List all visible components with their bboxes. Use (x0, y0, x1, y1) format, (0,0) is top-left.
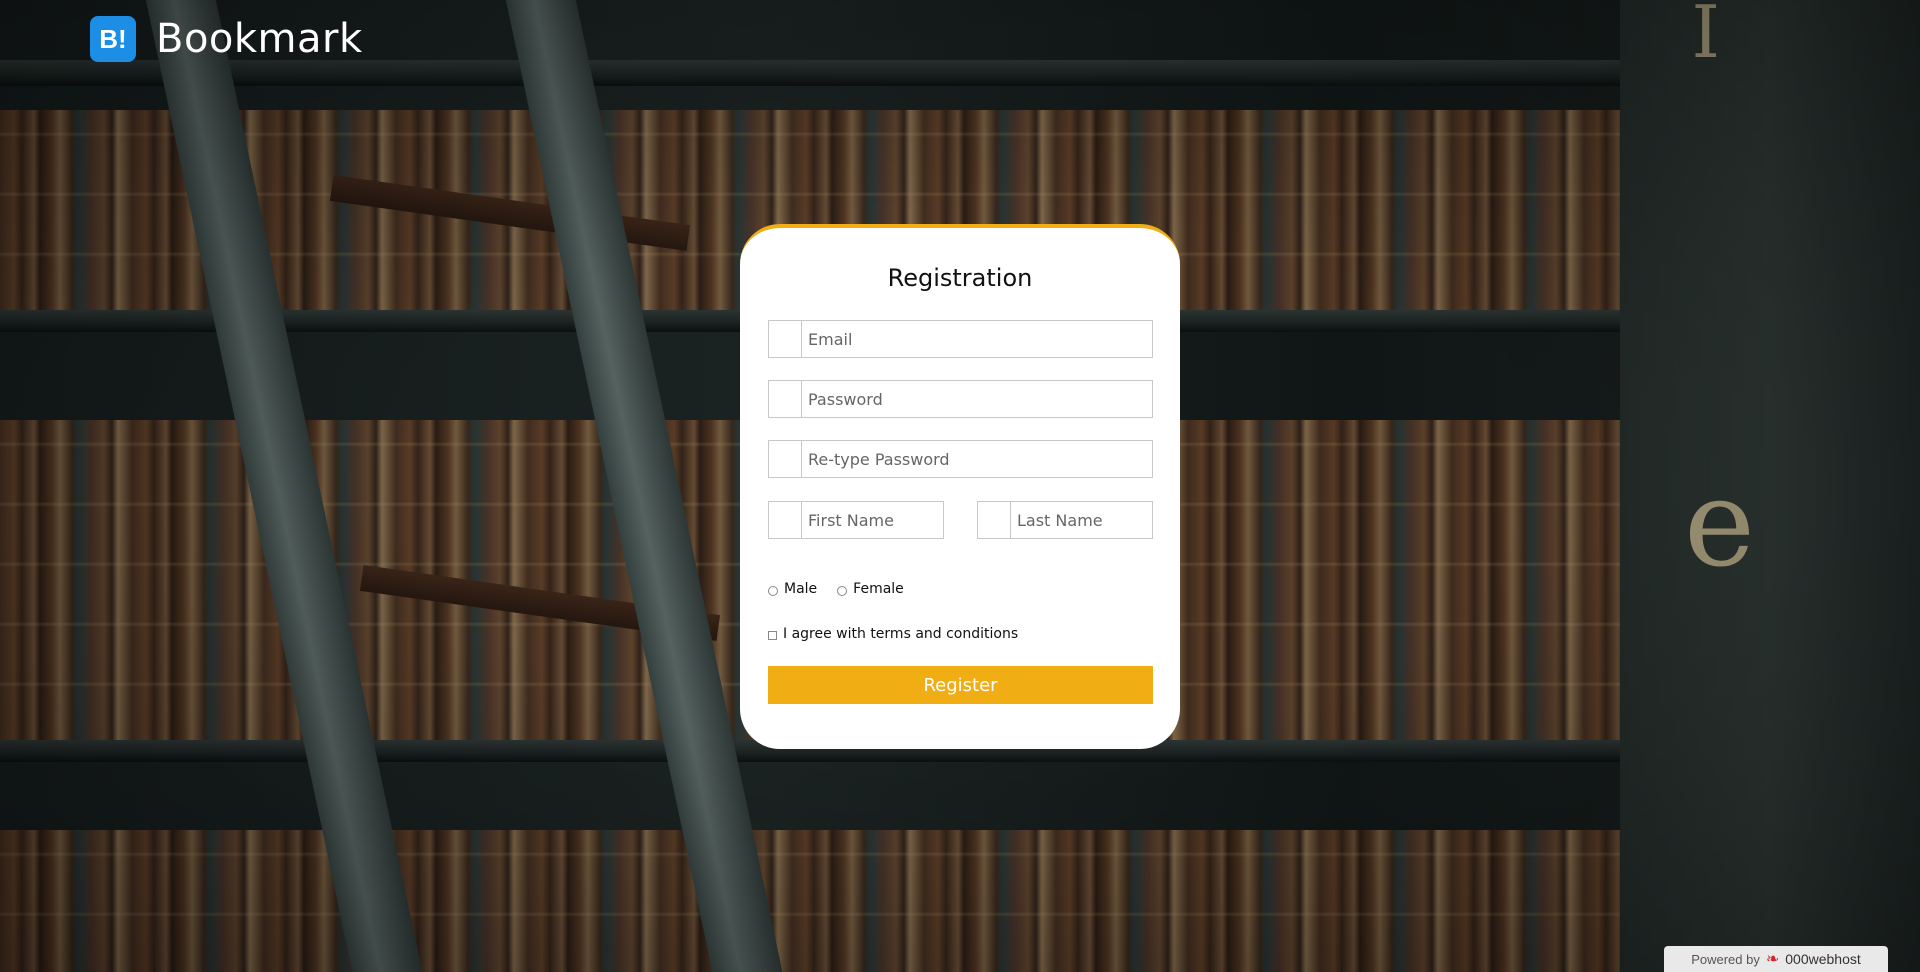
email-input[interactable] (802, 321, 1152, 357)
retype-password-input[interactable] (802, 441, 1152, 477)
registration-card: Registration Male Female I agree with te… (740, 224, 1180, 749)
form-title: Registration (887, 264, 1033, 292)
password-input[interactable] (802, 381, 1152, 417)
gender-radio-group: Male Female (768, 581, 904, 597)
male-radio[interactable] (768, 586, 778, 596)
male-label[interactable]: Male (784, 581, 817, 597)
first-name-field-group (768, 501, 944, 539)
email-field-group (768, 320, 1153, 358)
password-field-group (768, 380, 1153, 418)
brand-header[interactable]: B! Bookmark (90, 16, 363, 62)
register-button[interactable]: Register (768, 666, 1153, 704)
retype-password-field-addon (769, 441, 802, 477)
terms-label[interactable]: I agree with terms and conditions (783, 626, 1018, 642)
powered-by-label: Powered by (1691, 951, 1760, 967)
first-name-input[interactable] (802, 502, 943, 538)
password-field-addon (769, 381, 802, 417)
retype-password-field-group (768, 440, 1153, 478)
female-radio[interactable] (837, 586, 848, 596)
last-name-field-addon (978, 502, 1011, 538)
bookmark-logo-icon: B! (90, 16, 136, 62)
powered-by-badge[interactable]: Powered by ❧ 000webhost (1664, 946, 1888, 972)
email-field-addon (769, 321, 802, 357)
last-name-field-group (977, 501, 1153, 539)
brand-name: Bookmark (156, 16, 363, 62)
terms-row: I agree with terms and conditions (768, 626, 1018, 642)
000webhost-icon: ❧ (1765, 951, 1780, 968)
female-label[interactable]: Female (853, 581, 904, 597)
first-name-field-addon (769, 502, 802, 538)
terms-checkbox[interactable] (768, 631, 777, 640)
last-name-input[interactable] (1011, 502, 1152, 538)
host-name: 000webhost (1785, 951, 1861, 967)
